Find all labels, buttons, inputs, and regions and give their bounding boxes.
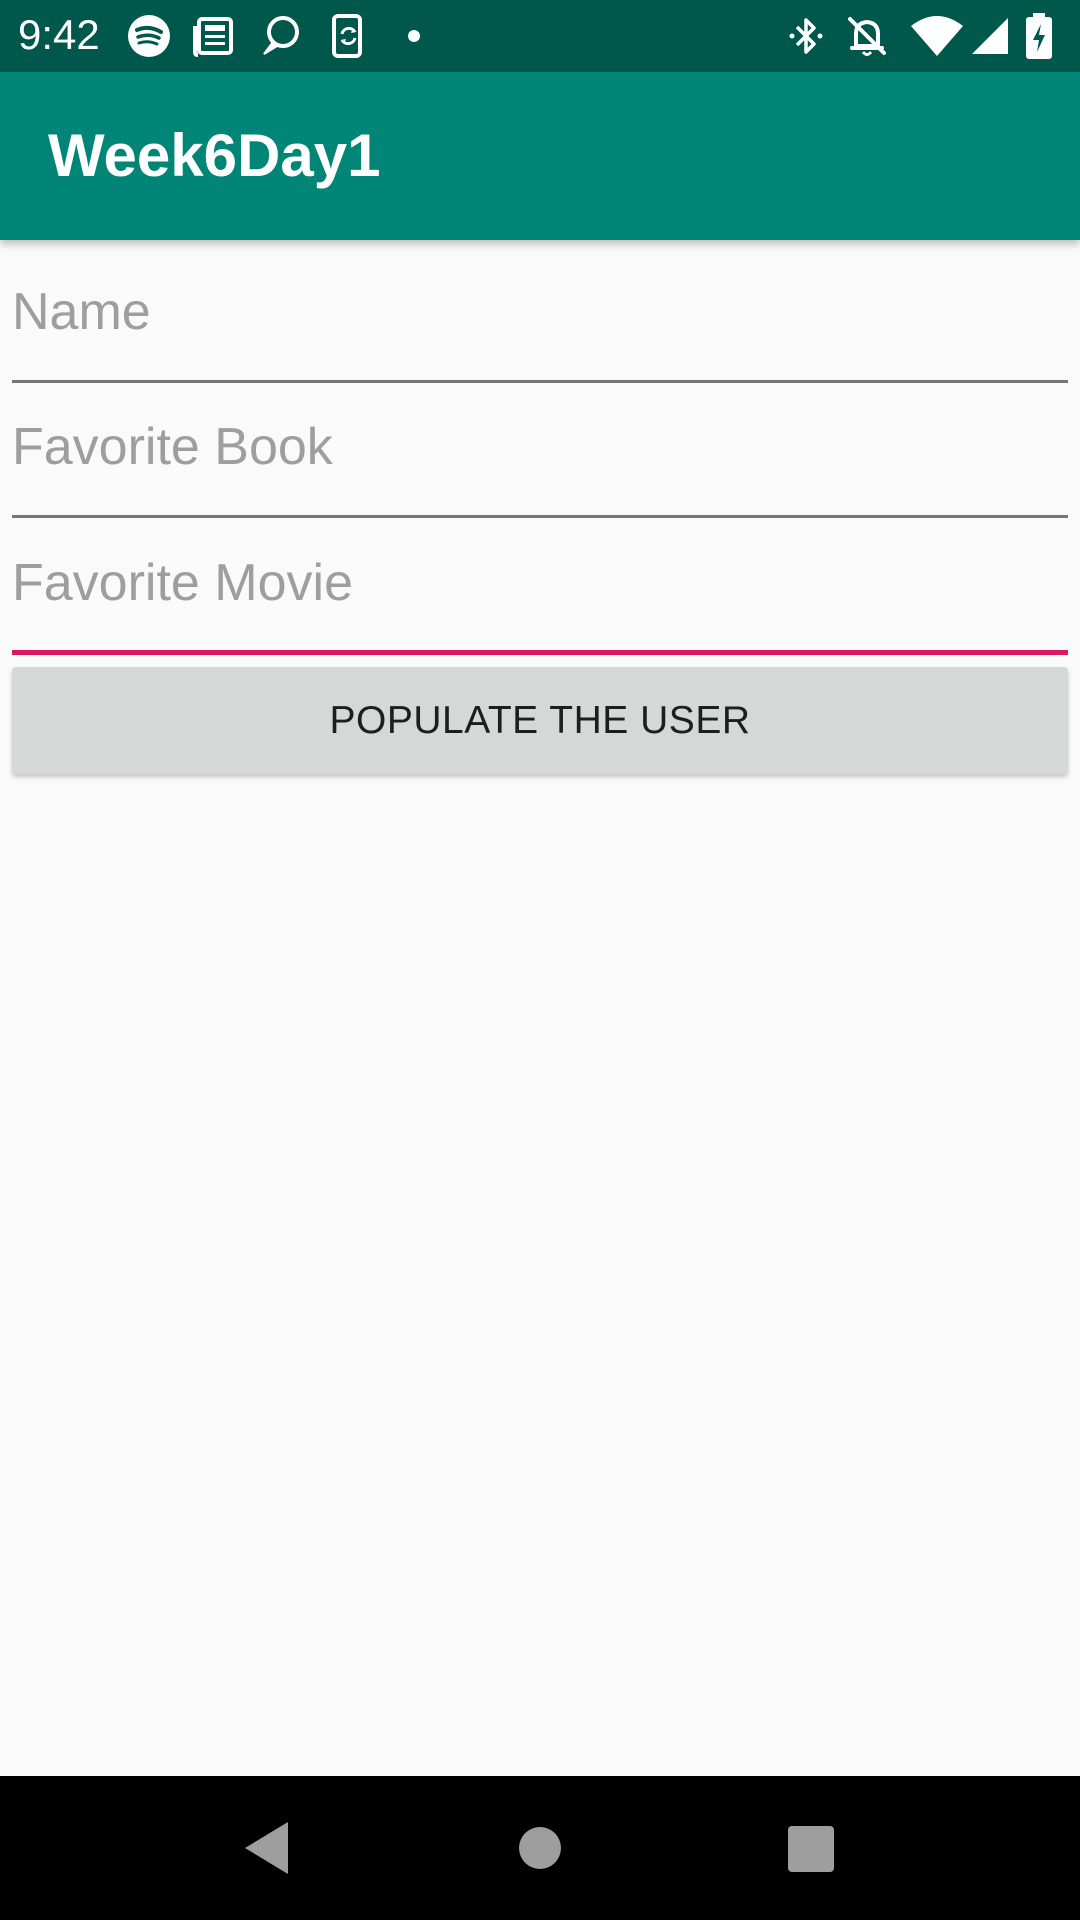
bluetooth-icon (789, 18, 823, 54)
status-bar: 9:42 (0, 0, 1080, 72)
status-time: 9:42 (18, 11, 100, 58)
news-icon (193, 17, 233, 57)
form-content: POPULATE THE USER (0, 240, 1080, 1776)
favorite-movie-focus-underline (12, 650, 1068, 655)
notification-dot-icon (408, 30, 420, 42)
favorite-movie-field-container (12, 543, 1068, 655)
app-title: Week6Day1 (48, 122, 381, 189)
app-bar: Week6Day1 (0, 72, 1080, 240)
favorite-movie-input[interactable] (12, 543, 1068, 623)
name-input[interactable] (12, 272, 1068, 352)
navigation-bar (0, 1776, 1080, 1920)
favorite-book-field-container (12, 407, 1068, 518)
name-underline (12, 380, 1068, 383)
name-field-container (12, 272, 1068, 383)
home-icon[interactable] (492, 1800, 588, 1896)
populate-user-button[interactable]: POPULATE THE USER (12, 667, 1068, 774)
bell-off-icon (848, 17, 886, 56)
recents-icon[interactable] (762, 1800, 858, 1896)
cellular-signal-icon (972, 18, 1008, 54)
wifi-icon (911, 16, 963, 56)
battery-charging-icon (1026, 13, 1052, 59)
phone-sync-icon (332, 14, 362, 58)
chat-bubble-icon (263, 16, 299, 55)
favorite-book-underline (12, 515, 1068, 518)
favorite-book-input[interactable] (12, 407, 1068, 487)
back-icon[interactable] (219, 1800, 315, 1896)
spotify-icon (128, 15, 170, 57)
